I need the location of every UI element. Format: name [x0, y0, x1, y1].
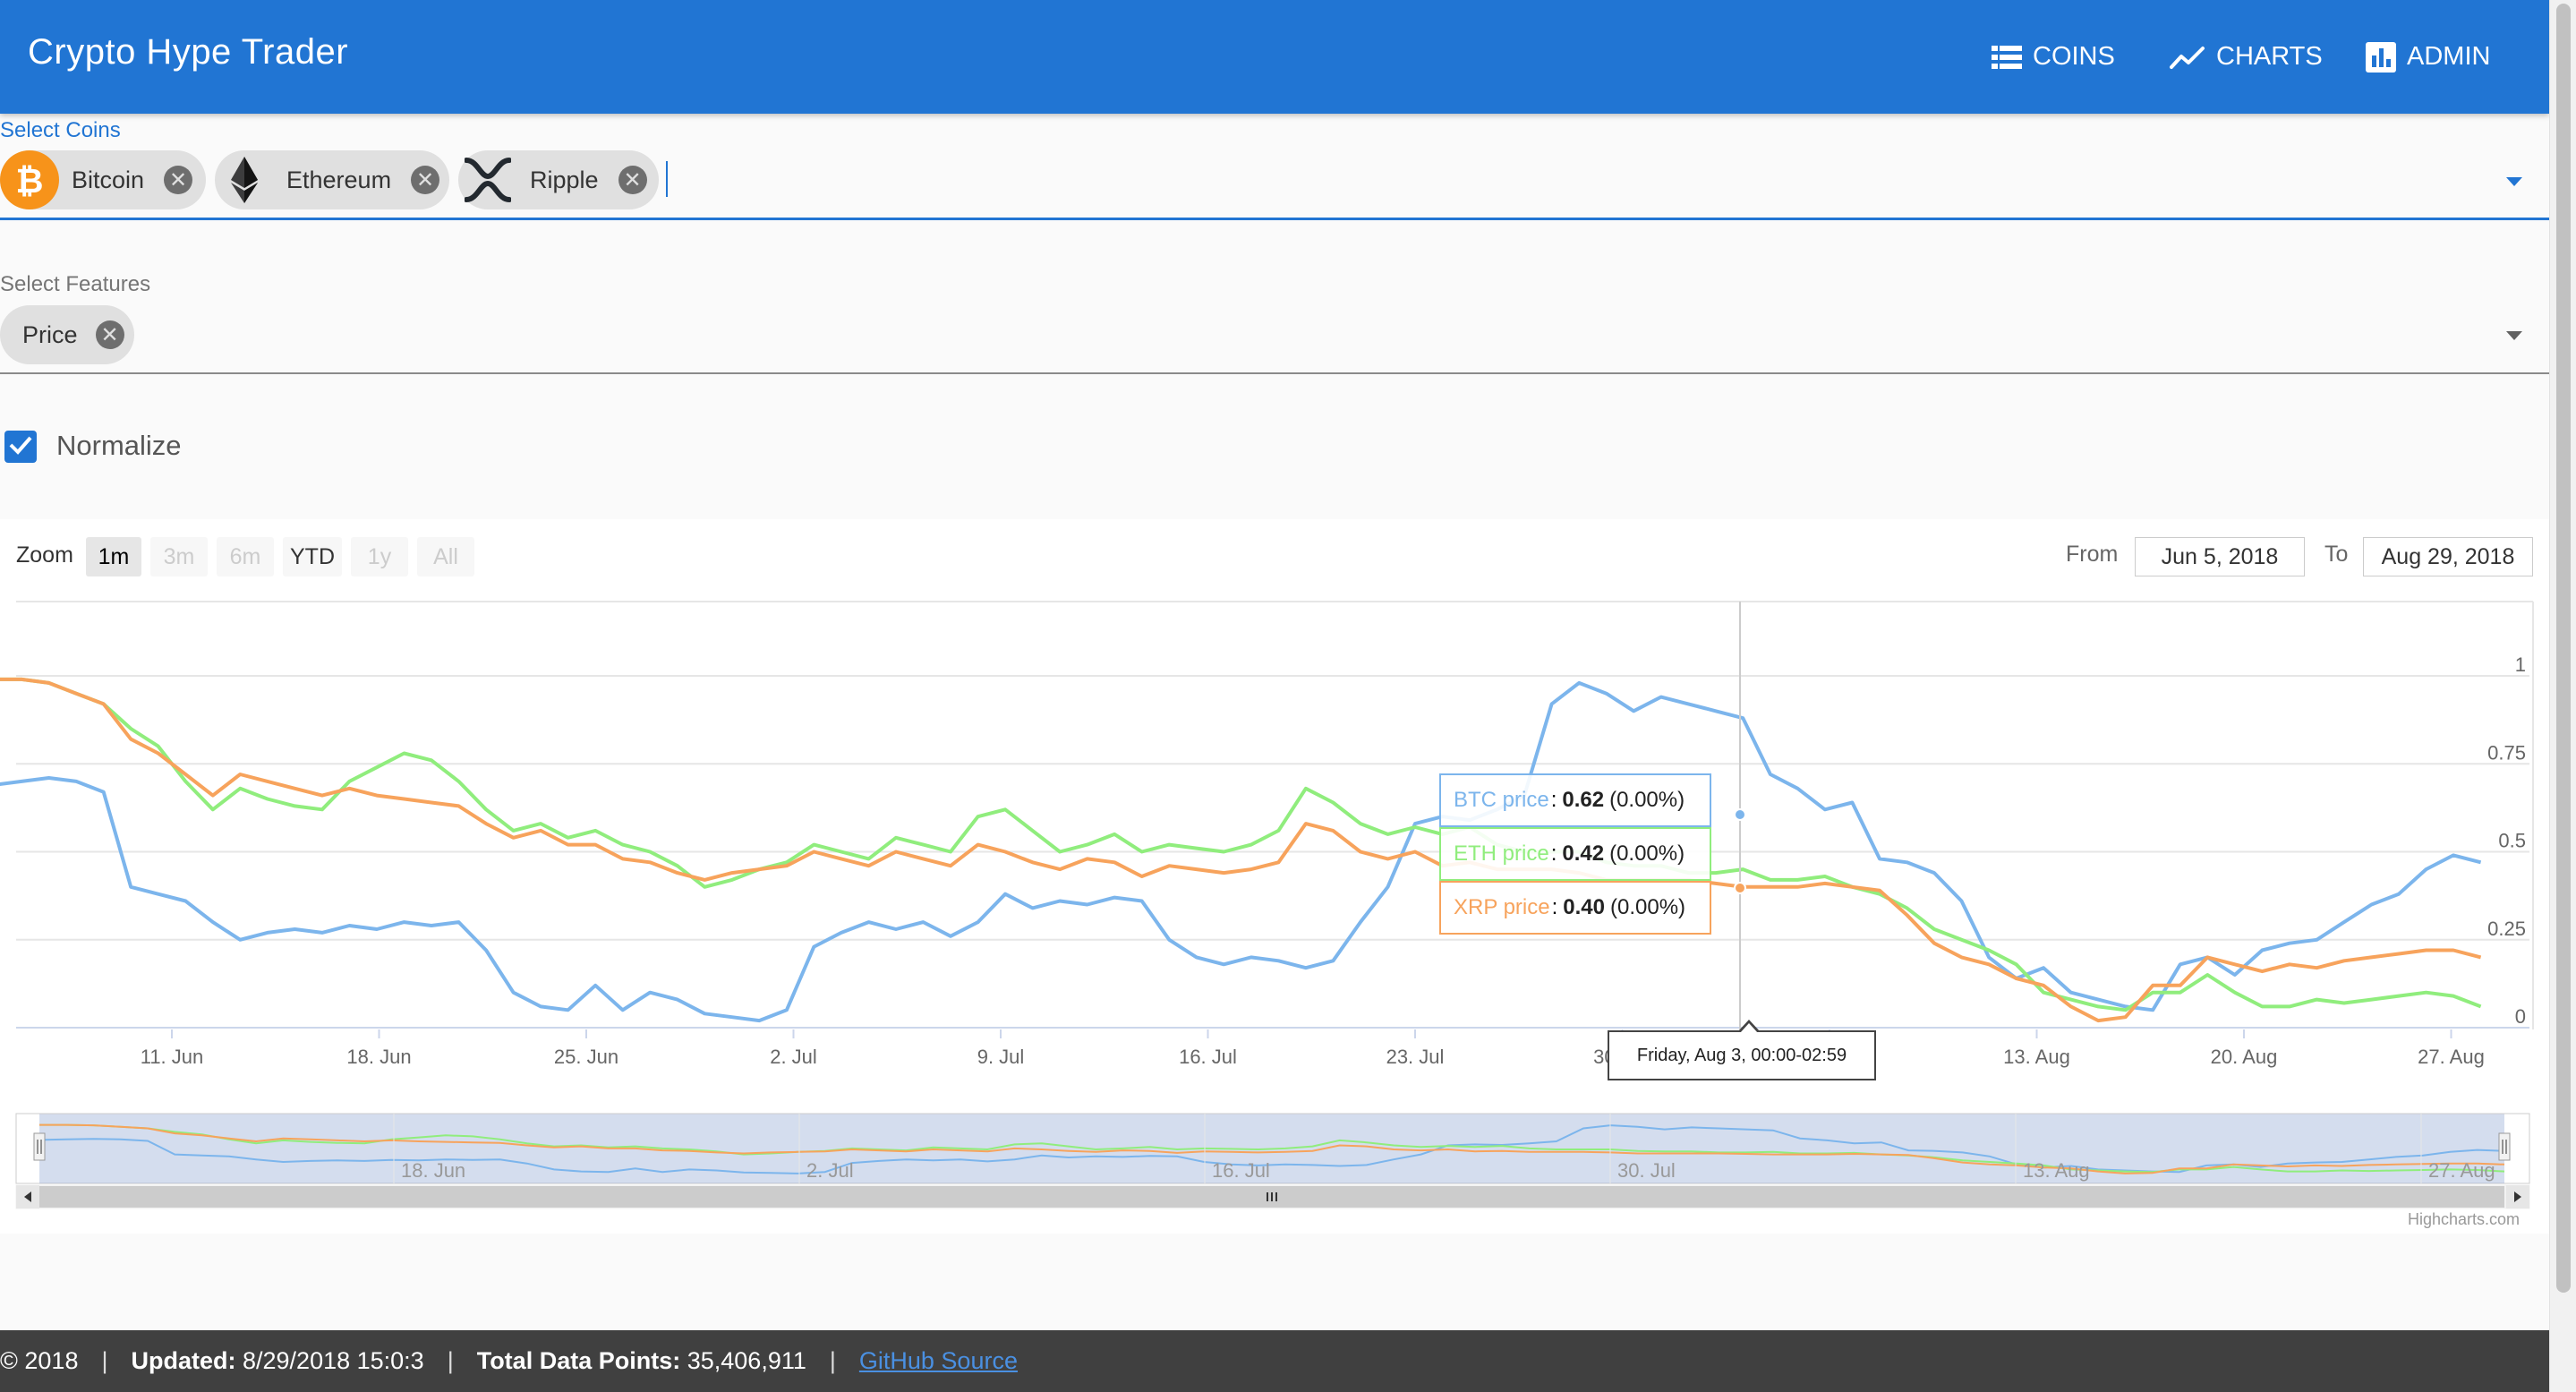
y-tick-label: 0.75: [2487, 741, 2526, 764]
hover-point-xrp: [1734, 882, 1746, 894]
navigator-handle: [2498, 1132, 2511, 1161]
updated-label: Updated:: [131, 1347, 236, 1374]
highcharts-credits[interactable]: Highcharts.com: [2408, 1210, 2520, 1229]
x-tick-label: 18. Jun: [346, 1046, 411, 1068]
x-tick-label: 2. Jul: [770, 1046, 817, 1068]
price-chart[interactable]: 0 0.25 0.5 0.75 1 11. Jun 18. Jun 25. Jun 2. Jul…: [0, 0, 2549, 1234]
y-tick-label: 0: [2515, 1005, 2526, 1028]
y-tick-label: 0.5: [2498, 830, 2526, 852]
tooltip-change: (0.00%): [1610, 895, 1686, 919]
tooltip-series-name: XRP price: [1454, 895, 1550, 919]
page-scrollbar-thumb[interactable]: [2556, 4, 2571, 1293]
tooltip-value: 0.42: [1562, 841, 1605, 866]
y-tick-label: 0.25: [2487, 918, 2526, 940]
tooltip-change: (0.00%): [1609, 788, 1685, 812]
navigator-tick-label: 16. Jul: [1212, 1159, 1270, 1182]
tooltip-value: 0.62: [1562, 788, 1605, 812]
tooltip-xrp: XRP price:0.40 (0.00%): [1439, 881, 1711, 935]
updated-value: 8/29/2018 15:0:3: [243, 1347, 424, 1374]
copyright: © 2018: [0, 1347, 79, 1374]
page-scrollbar[interactable]: [2549, 0, 2576, 1392]
x-tick-label: 9. Jul: [977, 1046, 1025, 1068]
series-line-xrp: [0, 677, 2482, 1023]
x-tick-label: 11. Jun: [141, 1046, 204, 1068]
navigator-handle: [33, 1132, 46, 1161]
footer-separator: |: [101, 1347, 108, 1374]
tooltip-series-name: BTC price: [1454, 788, 1549, 812]
y-tick-label: 1: [2515, 653, 2526, 676]
navigator-tick-label: 13. Aug: [2023, 1159, 2090, 1182]
footer-separator: |: [447, 1347, 454, 1374]
tooltip-change: (0.00%): [1609, 841, 1685, 866]
tooltip-value: 0.40: [1563, 895, 1605, 919]
x-tick-label: 13. Aug: [2003, 1046, 2070, 1068]
x-tick-label: 20. Aug: [2211, 1046, 2278, 1068]
x-tick-label: 23. Jul: [1386, 1046, 1445, 1068]
navigator-tick-label: 30. Jul: [1617, 1159, 1676, 1182]
navigator-tick-label: 18. Jun: [401, 1159, 465, 1182]
navigator-tick-label: 27. Aug: [2428, 1159, 2495, 1182]
data-points-label: Total Data Points:: [476, 1347, 681, 1374]
tooltip-date: Friday, Aug 3, 00:00-02:59: [1608, 1020, 1876, 1080]
hover-point-btc: [1734, 808, 1746, 821]
navigator-tick-label: 2. Jul: [806, 1159, 854, 1182]
data-points-value: 35,406,911: [687, 1347, 806, 1374]
x-tick-label: 25. Jun: [554, 1046, 618, 1068]
footer: © 2018 | Updated: 8/29/2018 15:0:3 | Total D…: [0, 1330, 2549, 1392]
tooltip-series-name: ETH price: [1454, 841, 1549, 866]
github-source-link[interactable]: GitHub Source: [859, 1347, 1018, 1375]
tooltip-eth: ETH price:0.42 (0.00%): [1439, 827, 1711, 881]
x-tick-label: 16. Jul: [1179, 1046, 1237, 1068]
tooltip-btc: BTC price:0.62 (0.00%): [1439, 773, 1711, 827]
footer-separator: |: [829, 1347, 836, 1374]
x-tick-label: 27. Aug: [2418, 1046, 2485, 1068]
